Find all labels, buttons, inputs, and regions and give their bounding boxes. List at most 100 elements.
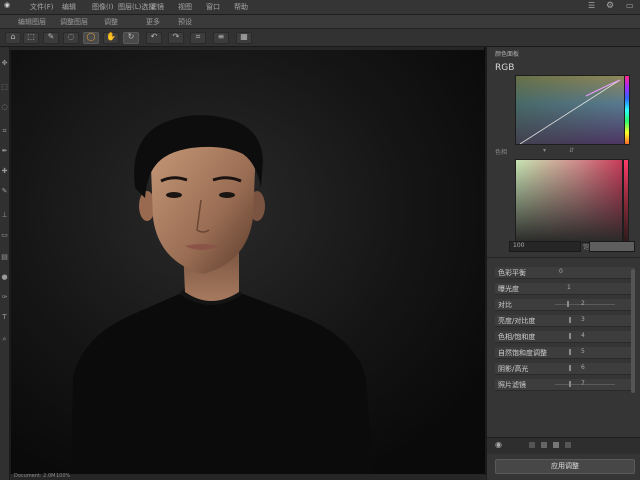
portrait-image <box>11 48 485 474</box>
secondary-bar: 编辑图层 调整图层 调整 更多 预设 <box>0 15 640 29</box>
stamp-tool-icon[interactable]: ⊥ <box>1 211 8 219</box>
picker1-label: 色相 <box>495 149 508 156</box>
lasso-icon[interactable]: ◌ <box>63 32 79 44</box>
text-tool-icon[interactable]: T <box>1 313 8 321</box>
layer-mask-icon[interactable] <box>541 442 547 448</box>
adjust-row-label: 阴影/高光 <box>498 365 529 373</box>
adjust-row-value: 5 <box>581 348 585 355</box>
adjust-scrollbar[interactable] <box>631 269 635 393</box>
adjust-row-hue-saturation[interactable]: 色相/饱和度 4 <box>495 331 635 343</box>
adjust-slider-knob[interactable] <box>569 365 571 371</box>
apply-button[interactable]: 应用调整 <box>495 459 635 474</box>
tab-presets[interactable]: 预设 <box>178 17 192 27</box>
dodge-tool-icon[interactable]: ● <box>1 273 8 281</box>
adjust-slider[interactable] <box>555 304 615 305</box>
color-swatch-bar[interactable] <box>589 241 635 252</box>
menu-view[interactable]: 视图 <box>178 2 192 12</box>
adjust-row-color-balance[interactable]: 色彩平衡 0 <box>495 267 635 279</box>
adjust-row-vibrance[interactable]: 自然饱和度调整 5 <box>495 347 635 359</box>
adjust-row-value: 4 <box>581 332 585 339</box>
link-icon[interactable]: ⇵ <box>569 147 574 154</box>
saturation-value-box[interactable]: 100 <box>509 241 581 252</box>
image-canvas[interactable] <box>10 47 486 475</box>
eye-icon[interactable]: ◉ <box>495 440 502 449</box>
adjust-row-value: 6 <box>581 364 585 371</box>
layers-strip: ◉ <box>487 437 640 454</box>
layer-fx-icon[interactable] <box>565 442 571 448</box>
adjust-slider-knob[interactable] <box>569 349 571 355</box>
marquee-tool-icon[interactable]: ⬚ <box>1 83 8 91</box>
canvas-ruler <box>10 47 484 50</box>
gradient-tool-icon[interactable]: ▤ <box>1 253 8 261</box>
reset-icon[interactable]: ▾ <box>543 147 546 154</box>
saturation-strip[interactable] <box>623 159 629 243</box>
adjust-row-shadows[interactable]: 阴影/高光 6 <box>495 363 635 375</box>
adjust-row-photo-filter[interactable]: 照片滤镜 7 <box>495 379 635 391</box>
crop-icon[interactable]: ⌗ <box>190 32 206 44</box>
eraser-tool-icon[interactable]: ▭ <box>1 231 8 239</box>
app-logo-icon[interactable]: ◉ <box>4 1 10 9</box>
hue-strip[interactable] <box>624 75 630 145</box>
settings-icon[interactable]: ☰ <box>588 1 595 10</box>
brush-icon[interactable]: ✎ <box>43 32 59 44</box>
adjust-row-value: 7 <box>581 380 585 387</box>
zoom-icon[interactable]: ◯ <box>83 32 99 44</box>
adjust-slider-knob[interactable] <box>567 301 569 307</box>
adjust-row-label: 曝光度 <box>498 285 519 293</box>
zoom-tool-icon[interactable]: ⌕ <box>1 335 8 343</box>
crop-tool-icon[interactable]: ⌗ <box>1 127 8 135</box>
adjust-slider-knob[interactable] <box>569 333 571 339</box>
color-picker-saturation[interactable] <box>515 159 623 243</box>
hand-icon[interactable]: ✋ <box>103 32 119 44</box>
eyedropper-tool-icon[interactable]: ✒ <box>1 147 8 155</box>
adjust-row-brightness[interactable]: 亮度/对比度 3 <box>495 315 635 327</box>
adjust-row-value: 2 <box>581 300 585 307</box>
pen-tool-icon[interactable]: ✑ <box>1 293 8 301</box>
hue-curve <box>519 79 621 144</box>
align-icon[interactable]: ≡ <box>213 32 229 44</box>
status-document-size: Document: 2.0M <box>14 473 56 479</box>
menu-bar: ◉ 文件(F) 编辑 图像(I) 图层(L)选择 滤镜 视图 窗口 帮助 ⚙ ☰… <box>0 0 640 15</box>
home-icon[interactable]: ⌂ <box>5 32 21 44</box>
tab-more[interactable]: 更多 <box>146 17 160 27</box>
adjust-row-exposure[interactable]: 曝光度 1 <box>495 283 635 295</box>
right-panel: 颜色面板 RGB 色相 ▾ ⇵ 100 饱和度 色彩平衡 0 曝光度 1 对比 … <box>486 47 640 480</box>
status-bar: Document: 2.0M 100% <box>10 473 484 480</box>
refresh-icon[interactable]: ↻ <box>123 32 139 44</box>
status-zoom: 100% <box>56 473 71 479</box>
lasso-tool-icon[interactable]: ◌ <box>1 103 8 111</box>
grid-icon[interactable]: ▦ <box>236 32 252 44</box>
tab-edit-layer[interactable]: 编辑图层 <box>18 17 46 27</box>
menu-edit[interactable]: 编辑 <box>62 2 76 12</box>
adjust-row-label: 对比 <box>498 301 512 309</box>
layer-link-icon[interactable] <box>553 442 559 448</box>
adjust-slider-knob[interactable] <box>569 317 571 323</box>
brush-tool-icon[interactable]: ✎ <box>1 187 8 195</box>
redo-icon[interactable]: ↷ <box>168 32 184 44</box>
color-picker-hue[interactable] <box>515 75 625 145</box>
select-icon[interactable]: ⬚ <box>23 32 39 44</box>
menu-help[interactable]: 帮助 <box>234 2 248 12</box>
move-tool-icon[interactable]: ✥ <box>1 59 8 67</box>
heal-tool-icon[interactable]: ✚ <box>1 167 8 175</box>
layer-thumb-icon[interactable] <box>529 442 535 448</box>
menu-window[interactable]: 窗口 <box>206 2 220 12</box>
adjust-row-label: 亮度/对比度 <box>498 317 536 325</box>
adjust-row-contrast[interactable]: 对比 2 <box>495 299 635 311</box>
menu-image[interactable]: 图像(I) <box>92 2 114 12</box>
adjust-row-label: 照片滤镜 <box>498 381 526 389</box>
window-icon[interactable]: ▭ <box>626 1 634 10</box>
tab-adjust-layer[interactable]: 调整图层 <box>60 17 88 27</box>
gear-icon[interactable]: ⚙ <box>606 1 614 11</box>
menu-filter[interactable]: 滤镜 <box>150 2 164 12</box>
adjust-slider[interactable] <box>555 384 615 385</box>
tab-adjust[interactable]: 调整 <box>104 17 118 27</box>
adjust-row-value: 1 <box>567 284 571 291</box>
undo-icon[interactable]: ↶ <box>146 32 162 44</box>
adjust-row-value: 0 <box>559 268 563 275</box>
adjust-slider-knob[interactable] <box>569 381 571 387</box>
rgb-label: RGB <box>495 63 515 73</box>
menu-file[interactable]: 文件(F) <box>30 2 54 12</box>
adjust-row-label: 色相/饱和度 <box>498 333 536 341</box>
saturation-value: 100 <box>513 242 525 249</box>
